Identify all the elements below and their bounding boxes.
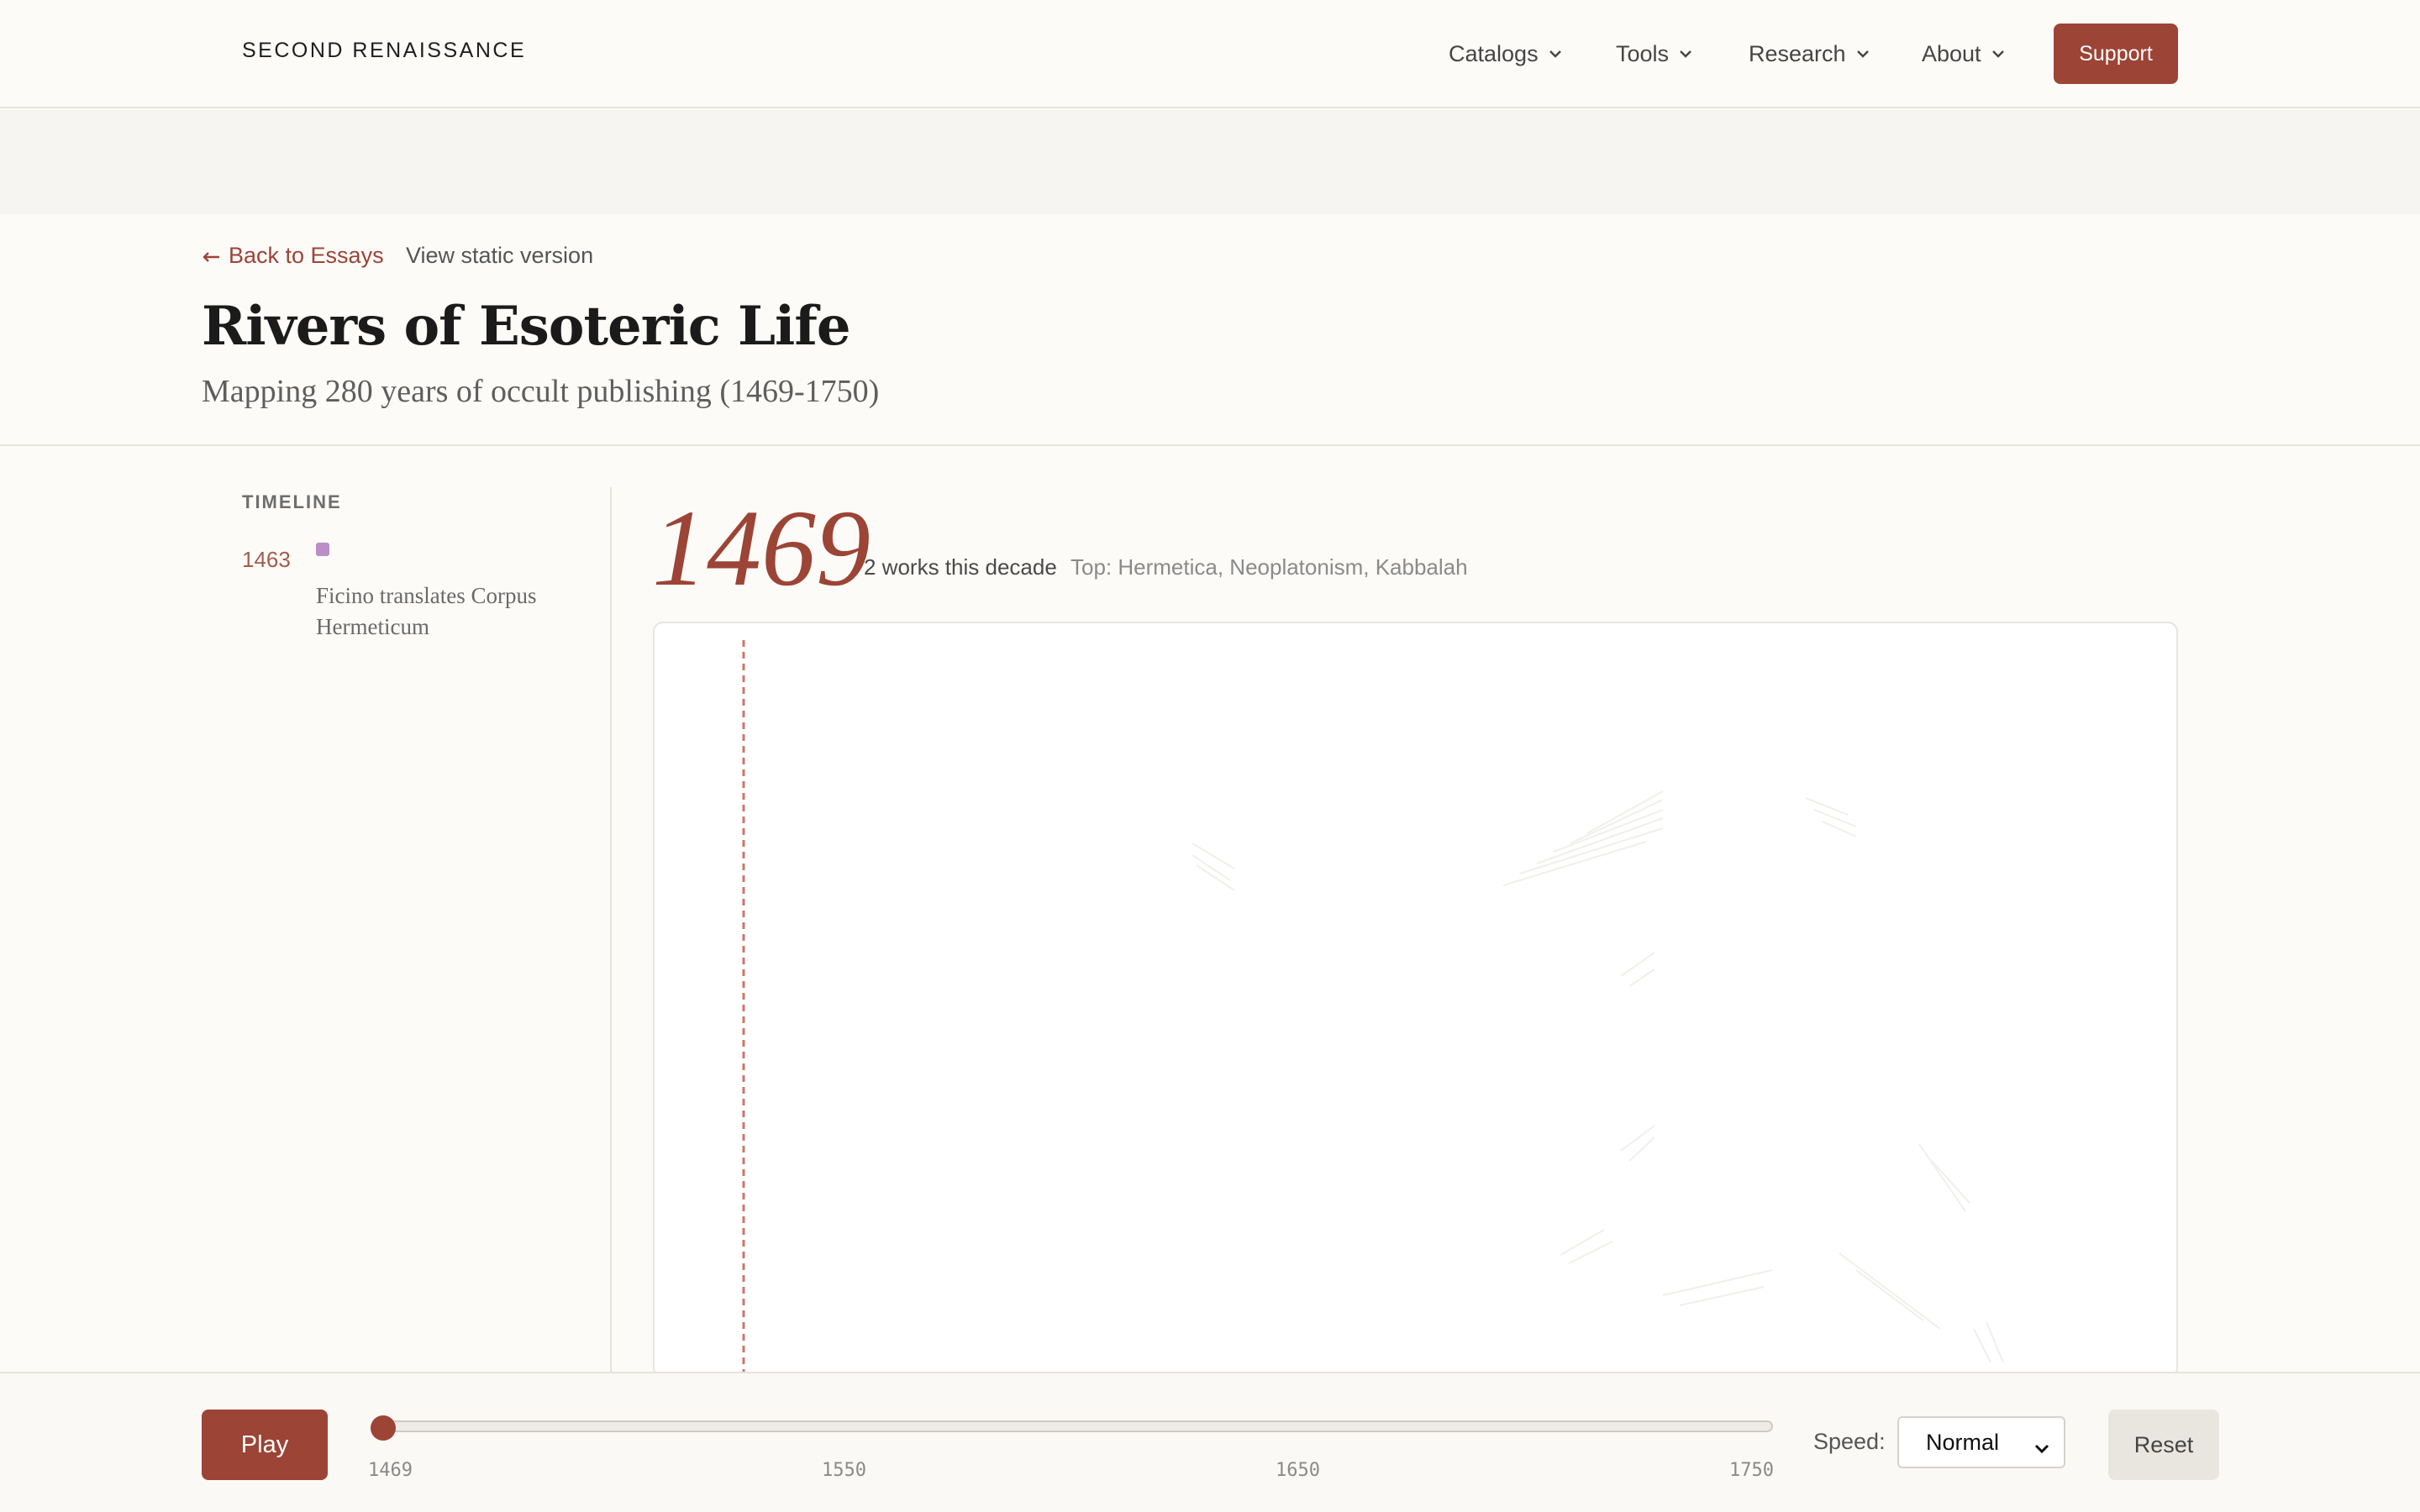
slider-tick-label: 1650 [1276, 1460, 1320, 1481]
chevron-down-icon [1679, 50, 1692, 58]
play-button[interactable]: Play [202, 1410, 328, 1480]
reset-button[interactable]: Reset [2108, 1410, 2219, 1480]
timeline-heading: TIMELINE [242, 491, 342, 512]
nav-about-label: About [1922, 40, 1981, 66]
top-navigation: SECOND RENAISSANCE Catalogs Tools Resear… [0, 0, 2420, 108]
timeline-sidebar: TIMELINE 1463 Ficino translates Corpus H… [0, 448, 612, 1372]
faint-river-streams [1192, 790, 2004, 1363]
timeline-event-text: Ficino translates Corpus Hermeticum [316, 583, 537, 639]
timeline-event-marker [316, 543, 329, 556]
speed-select[interactable]: Normal [1897, 1416, 2065, 1468]
nav-tools-label: Tools [1616, 40, 1670, 66]
view-static-version-link[interactable]: View static version [406, 243, 593, 269]
river-chart [742, 640, 2004, 1376]
river-chart-panel[interactable] [653, 622, 2178, 1378]
playback-controls: Play 1469 1550 1650 1750 Speed: Normal R… [0, 1372, 2420, 1512]
speed-label: Speed: [1813, 1429, 1886, 1454]
chevron-down-icon [1991, 50, 2005, 58]
back-to-essays-link[interactable]: Back to Essays [202, 243, 384, 269]
page-title: Rivers of Esoteric Life [202, 295, 851, 358]
site-logo[interactable]: SECOND RENAISSANCE [242, 39, 526, 63]
current-year-display: 1469 [652, 488, 871, 609]
nav-catalogs-label: Catalogs [1449, 40, 1539, 66]
essay-header: Back to Essays View static version River… [0, 214, 2420, 446]
page-subtitle: Mapping 280 years of occult publishing (… [202, 374, 880, 409]
support-button[interactable]: Support [2054, 24, 2178, 84]
nav-about[interactable]: About [1922, 35, 2005, 72]
top-topics: Top: Hermetica, Neoplatonism, Kabbalah [1071, 554, 1468, 580]
arrow-left-icon [202, 243, 220, 269]
chevron-down-icon [1856, 50, 1870, 58]
speed-select-value: Normal [1926, 1429, 2000, 1455]
nav-research[interactable]: Research [1749, 35, 1870, 72]
header-band [0, 110, 2420, 214]
back-to-essays-label: Back to Essays [229, 243, 384, 268]
slider-tick-label: 1550 [822, 1460, 866, 1481]
year-slider-track[interactable] [373, 1420, 1773, 1432]
nav-research-label: Research [1749, 40, 1846, 66]
timeline-event-year: 1463 [242, 547, 291, 572]
year-slider-handle[interactable] [371, 1415, 396, 1441]
nav-tools[interactable]: Tools [1616, 35, 1692, 72]
chevron-down-icon [1549, 50, 1562, 58]
chevron-down-icon [2033, 1435, 2050, 1461]
slider-tick-label: 1750 [1729, 1460, 1774, 1481]
slider-tick-label: 1469 [368, 1460, 413, 1481]
works-count: 2 works this decade [864, 554, 1057, 580]
nav-catalogs[interactable]: Catalogs [1449, 35, 1562, 72]
sidebar-divider [610, 487, 612, 1373]
